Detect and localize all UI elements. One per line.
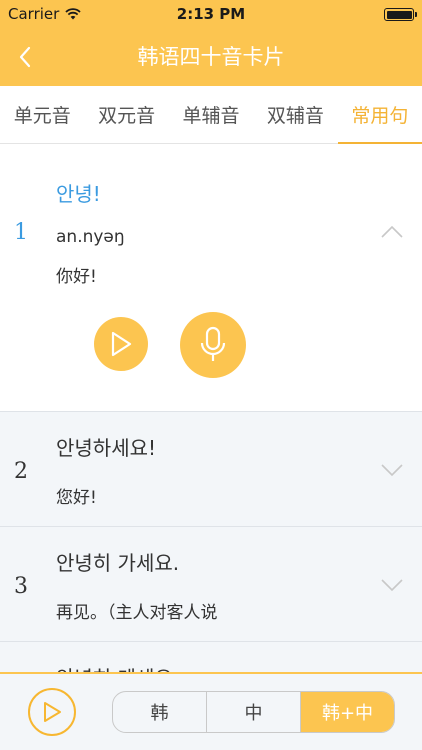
- tab-single-vowel[interactable]: 单元音: [0, 86, 84, 143]
- tab-double-consonant[interactable]: 双辅音: [253, 86, 337, 143]
- page-title: 韩语四十音卡片: [137, 45, 285, 69]
- phrase-korean: 안녕히 계세요.: [56, 662, 179, 672]
- play-icon: [44, 702, 61, 722]
- category-tabs: 单元音 双元音 单辅音 双辅音 常用句: [0, 86, 422, 144]
- phrase-list[interactable]: 1 안녕! an.nyəŋ 你好! 2 안녕하세요! 您好! 3 안녕히 가세요…: [0, 144, 422, 672]
- tab-single-consonant[interactable]: 单辅音: [169, 86, 253, 143]
- phrase-korean: 안녕하세요!: [56, 436, 157, 460]
- language-toggle: 韩 中 韩+中: [112, 691, 395, 733]
- segment-korean-chinese[interactable]: 韩+中: [300, 692, 394, 732]
- phrase-chinese: 您好!: [56, 488, 97, 508]
- play-all-button[interactable]: [28, 688, 76, 736]
- tab-double-vowel[interactable]: 双元音: [84, 86, 168, 143]
- record-voice-button[interactable]: [180, 312, 246, 378]
- chevron-down-icon[interactable]: [380, 462, 404, 478]
- tab-common-phrases[interactable]: 常用句: [337, 86, 422, 144]
- segment-korean[interactable]: 韩: [113, 692, 206, 732]
- chevron-down-icon[interactable]: [380, 577, 404, 593]
- microphone-icon: [200, 326, 226, 361]
- phrase-korean: 안녕!: [56, 182, 101, 206]
- phrase-number: 2: [14, 459, 28, 484]
- status-bar: Carrier 2:13 PM: [0, 0, 422, 28]
- play-audio-button[interactable]: [94, 317, 148, 371]
- nav-bar: 韩语四十音卡片: [0, 28, 422, 86]
- bottom-bar: 韩 中 韩+中: [0, 672, 422, 750]
- chevron-left-icon: [19, 46, 31, 68]
- play-icon: [111, 331, 132, 357]
- phrase-chinese: 你好!: [56, 267, 97, 287]
- battery-icon: [384, 8, 417, 21]
- phrase-card[interactable]: 3 안녕히 가세요. 再见。（主人对客人说: [0, 527, 422, 642]
- phrase-chinese: 再见。（主人对客人说: [56, 603, 218, 623]
- phrase-korean: 안녕히 가세요.: [56, 551, 180, 575]
- phrase-romanization: an.nyəŋ: [56, 227, 125, 247]
- chevron-up-icon[interactable]: [380, 224, 404, 240]
- segment-chinese[interactable]: 中: [206, 692, 300, 732]
- phrase-card[interactable]: 2 안녕하세요! 您好!: [0, 412, 422, 527]
- back-button[interactable]: [8, 40, 42, 74]
- status-time: 2:13 PM: [176, 5, 246, 23]
- phrase-card-expanded[interactable]: 1 안녕! an.nyəŋ 你好!: [0, 144, 422, 412]
- phrase-number: 3: [14, 574, 28, 599]
- phrase-card[interactable]: 안녕히 계세요.: [0, 642, 422, 672]
- phrase-number: 1: [14, 220, 28, 245]
